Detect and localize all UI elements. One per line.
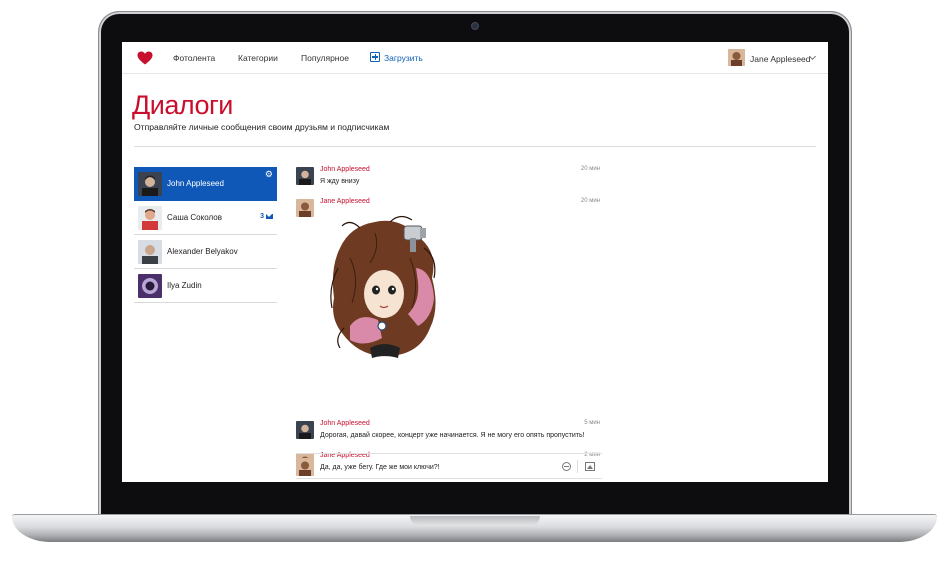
- avatar: [138, 172, 162, 196]
- upload-link[interactable]: Загрузить: [384, 53, 423, 63]
- unread-badge: 3: [260, 213, 273, 220]
- dialog-item-sasha-sokolov[interactable]: Саша Соколов 3: [134, 201, 277, 235]
- dialog-name: John Appleseed: [167, 179, 224, 188]
- message-time: 20 мин: [580, 198, 600, 204]
- message-time: 5 мин: [584, 420, 600, 426]
- message-time: 20 мин: [580, 166, 600, 172]
- avatar: [138, 240, 162, 264]
- dialog-name: Alexander Belyakov: [167, 247, 238, 256]
- avatar: [296, 167, 314, 185]
- laptop-notch: [410, 516, 540, 526]
- screen: Фотолента Категории Популярное Загрузить…: [122, 42, 828, 482]
- user-name: Jane Appleseed: [750, 54, 811, 64]
- message-author[interactable]: John Appleseed: [320, 420, 370, 427]
- message-composer: [296, 453, 602, 479]
- plus-square-icon[interactable]: [370, 52, 380, 62]
- page-title: Диалоги: [132, 90, 233, 120]
- nav-photofeed[interactable]: Фотолента: [173, 53, 215, 63]
- dialog-item-john-appleseed[interactable]: John Appleseed ⚙: [134, 167, 277, 201]
- message-input[interactable]: [320, 459, 550, 475]
- top-navigation: Фотолента Категории Популярное Загрузить…: [122, 42, 828, 74]
- sticker-image[interactable]: [320, 208, 444, 368]
- avatar: [138, 274, 162, 298]
- page-subtitle: Отправляйте личные сообщения своим друзь…: [134, 122, 390, 132]
- avatar: [138, 206, 162, 230]
- dialog-name: Ilya Zudin: [167, 281, 202, 290]
- avatar: [728, 49, 745, 66]
- dialog-item-alexander-belyakov[interactable]: Alexander Belyakov: [134, 235, 277, 269]
- gear-icon[interactable]: ⚙: [265, 170, 273, 179]
- avatar: [296, 199, 314, 217]
- dialog-name: Саша Соколов: [167, 213, 222, 222]
- message-text: Я жду внизу: [320, 178, 360, 185]
- unread-count: 3: [260, 213, 264, 220]
- envelope-icon: [266, 213, 273, 219]
- avatar: [296, 421, 314, 439]
- smile-icon[interactable]: [562, 462, 571, 471]
- camera-icon: [471, 22, 479, 30]
- dialog-list: John Appleseed ⚙ Саша Соколов 3 Alexande…: [134, 167, 277, 303]
- message-text: Дорогая, давай скорее, концерт уже начин…: [320, 432, 585, 439]
- divider: [577, 460, 578, 473]
- image-icon[interactable]: [585, 462, 595, 471]
- message-author[interactable]: John Appleseed: [320, 166, 370, 173]
- message-author[interactable]: Jane Appleseed: [320, 198, 370, 205]
- heart-icon[interactable]: [137, 51, 153, 65]
- nav-categories[interactable]: Категории: [238, 53, 278, 63]
- dialog-item-ilya-zudin[interactable]: Ilya Zudin: [134, 269, 277, 303]
- user-menu[interactable]: Jane Appleseed: [728, 49, 820, 67]
- avatar: [296, 458, 314, 476]
- divider: [134, 146, 816, 147]
- nav-popular[interactable]: Популярное: [301, 53, 349, 63]
